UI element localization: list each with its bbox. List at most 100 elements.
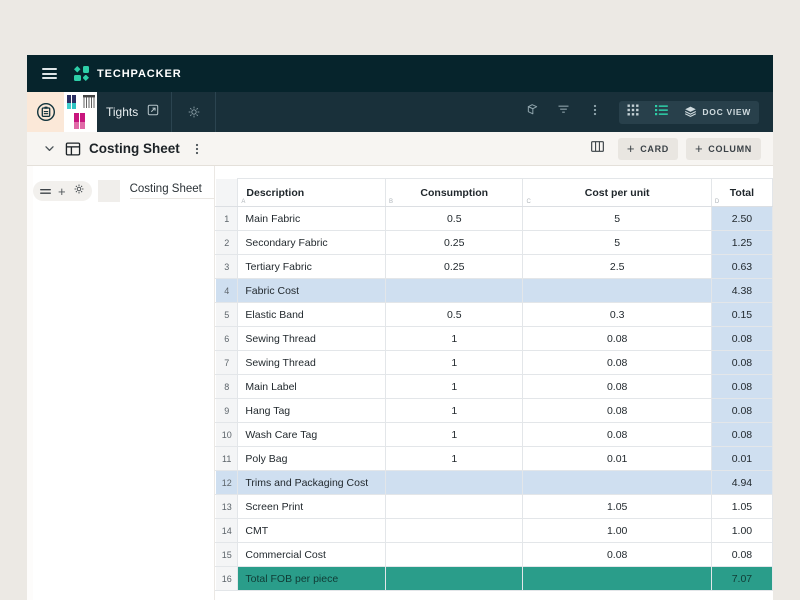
filter-button[interactable]	[548, 92, 579, 132]
sheet-more-options-button[interactable]	[191, 142, 203, 156]
tab-tights[interactable]: Tights	[64, 92, 173, 132]
cell-total[interactable]: 0.08	[710, 422, 773, 447]
cell-consumption[interactable]: 1	[385, 350, 524, 375]
cell-consumption[interactable]: 1	[385, 398, 524, 423]
cell-consumption[interactable]: 1	[385, 326, 524, 351]
cell-description[interactable]: Commercial Cost	[237, 542, 387, 567]
column-header-total[interactable]: Total D	[710, 178, 773, 207]
cell-consumption[interactable]	[385, 494, 524, 519]
cell-consumption[interactable]	[385, 518, 524, 543]
cell-total[interactable]: 4.38	[710, 278, 773, 303]
table-row[interactable]: 2 Secondary Fabric 0.25 5 1.25	[215, 230, 773, 255]
cell-total[interactable]: 0.08	[710, 326, 773, 351]
cell-cost-per-unit[interactable]: 0.08	[522, 374, 712, 399]
cell-cost-per-unit[interactable]: 5	[522, 230, 712, 255]
table-row[interactable]: 12 Trims and Packaging Cost 4.94	[215, 470, 773, 495]
cell-cost-per-unit[interactable]: 2.5	[522, 254, 712, 279]
cell-cost-per-unit[interactable]: 0.08	[522, 422, 712, 447]
cell-description[interactable]: Sewing Thread	[237, 326, 387, 351]
cell-description[interactable]: Poly Bag	[237, 446, 387, 471]
table-row[interactable]: 6 Sewing Thread 1 0.08 0.08	[215, 326, 773, 351]
cell-total[interactable]: 0.08	[710, 350, 773, 375]
list-view-button[interactable]	[647, 101, 676, 124]
cell-cost-per-unit[interactable]: 0.3	[522, 302, 712, 327]
cell-description[interactable]: CMT	[237, 518, 387, 543]
table-row[interactable]: 3 Tertiary Fabric 0.25 2.5 0.63	[215, 254, 773, 279]
cell-description[interactable]: Trims and Packaging Cost	[237, 470, 387, 495]
cell-total[interactable]: 0.08	[710, 398, 773, 423]
duplicate-button[interactable]	[517, 92, 548, 132]
cell-cost-per-unit[interactable]	[522, 566, 712, 591]
cell-consumption[interactable]	[385, 278, 524, 303]
table-row[interactable]: 13 Screen Print 1.05 1.05	[215, 494, 773, 519]
cell-consumption[interactable]: 0.25	[385, 230, 524, 255]
hamburger-icon[interactable]	[42, 68, 57, 79]
doc-view-button[interactable]: DOC VIEW	[676, 101, 759, 124]
cell-total[interactable]: 0.63	[710, 254, 773, 279]
cell-description[interactable]: Wash Care Tag	[237, 422, 387, 447]
cell-consumption[interactable]: 0.5	[385, 206, 524, 231]
gear-icon[interactable]	[73, 182, 85, 200]
external-link-icon[interactable]	[147, 103, 159, 121]
cell-consumption[interactable]	[385, 566, 524, 591]
cell-cost-per-unit[interactable]: 0.01	[522, 446, 712, 471]
table-row[interactable]: 10 Wash Care Tag 1 0.08 0.08	[215, 422, 773, 447]
drag-handle-icon[interactable]	[40, 187, 51, 196]
table-row[interactable]: 5 Elastic Band 0.5 0.3 0.15	[215, 302, 773, 327]
column-header-cost-per-unit[interactable]: Cost per unit C	[522, 178, 712, 207]
table-row[interactable]: 7 Sewing Thread 1 0.08 0.08	[215, 350, 773, 375]
gear-icon[interactable]	[172, 92, 217, 132]
card-name-label[interactable]: Costing Sheet	[129, 183, 214, 199]
table-row[interactable]: 8 Main Label 1 0.08 0.08	[215, 374, 773, 399]
cell-description[interactable]: Sewing Thread	[237, 350, 387, 375]
costing-table-pane[interactable]: Description A Consumption B Cost per uni…	[215, 166, 773, 600]
table-row[interactable]: 1 Main Fabric 0.5 5 2.50	[215, 206, 773, 231]
cell-description[interactable]: Hang Tag	[237, 398, 387, 423]
columns-button[interactable]	[586, 138, 610, 160]
cell-consumption[interactable]: 1	[385, 374, 524, 399]
table-row[interactable]: 4 Fabric Cost 4.38	[215, 278, 773, 303]
add-card-inline-button[interactable]: +	[58, 185, 66, 198]
cell-consumption[interactable]: 0.25	[385, 254, 524, 279]
cell-cost-per-unit[interactable]: 1.00	[522, 518, 712, 543]
cell-description[interactable]: Total FOB per piece	[237, 566, 387, 591]
list-item[interactable]: + Costing Sheet	[33, 180, 214, 202]
more-options-button[interactable]	[579, 92, 610, 132]
cell-description[interactable]: Fabric Cost	[237, 278, 387, 303]
table-row[interactable]: 14 CMT 1.00 1.00	[215, 518, 773, 543]
table-layout-icon[interactable]	[65, 141, 81, 157]
cell-description[interactable]: Tertiary Fabric	[237, 254, 387, 279]
cell-total[interactable]: 1.05	[710, 494, 773, 519]
cell-total[interactable]: 7.07	[710, 566, 773, 591]
cell-cost-per-unit[interactable]: 0.08	[522, 542, 712, 567]
table-row[interactable]: 16 Total FOB per piece 7.07	[215, 566, 773, 591]
add-column-button[interactable]: + COLUMN	[686, 137, 761, 160]
cell-cost-per-unit[interactable]	[522, 470, 712, 495]
cell-cost-per-unit[interactable]: 0.08	[522, 350, 712, 375]
cell-cost-per-unit[interactable]: 1.05	[522, 494, 712, 519]
cell-description[interactable]: Main Label	[237, 374, 387, 399]
cell-consumption[interactable]	[385, 542, 524, 567]
cell-cost-per-unit[interactable]: 0.08	[522, 326, 712, 351]
cell-cost-per-unit[interactable]	[522, 278, 712, 303]
cell-description[interactable]: Secondary Fabric	[237, 230, 387, 255]
column-header-description[interactable]: Description A	[237, 178, 387, 207]
cell-consumption[interactable]: 0.5	[385, 302, 524, 327]
cell-total[interactable]: 0.15	[710, 302, 773, 327]
cell-consumption[interactable]	[385, 470, 524, 495]
table-row[interactable]: 11 Poly Bag 1 0.01 0.01	[215, 446, 773, 471]
column-header-consumption[interactable]: Consumption B	[385, 178, 524, 207]
cell-total[interactable]: 1.25	[710, 230, 773, 255]
cell-description[interactable]: Main Fabric	[237, 206, 387, 231]
cell-total[interactable]: 0.08	[710, 374, 773, 399]
cell-total[interactable]: 4.94	[710, 470, 773, 495]
cell-consumption[interactable]: 1	[385, 422, 524, 447]
cell-total[interactable]: 0.01	[710, 446, 773, 471]
cell-description[interactable]: Screen Print	[237, 494, 387, 519]
card-controls[interactable]: +	[33, 181, 92, 201]
grid-view-button[interactable]	[619, 101, 647, 124]
cell-description[interactable]: Elastic Band	[237, 302, 387, 327]
cell-total[interactable]: 1.00	[710, 518, 773, 543]
cell-total[interactable]: 0.08	[710, 542, 773, 567]
cell-consumption[interactable]: 1	[385, 446, 524, 471]
